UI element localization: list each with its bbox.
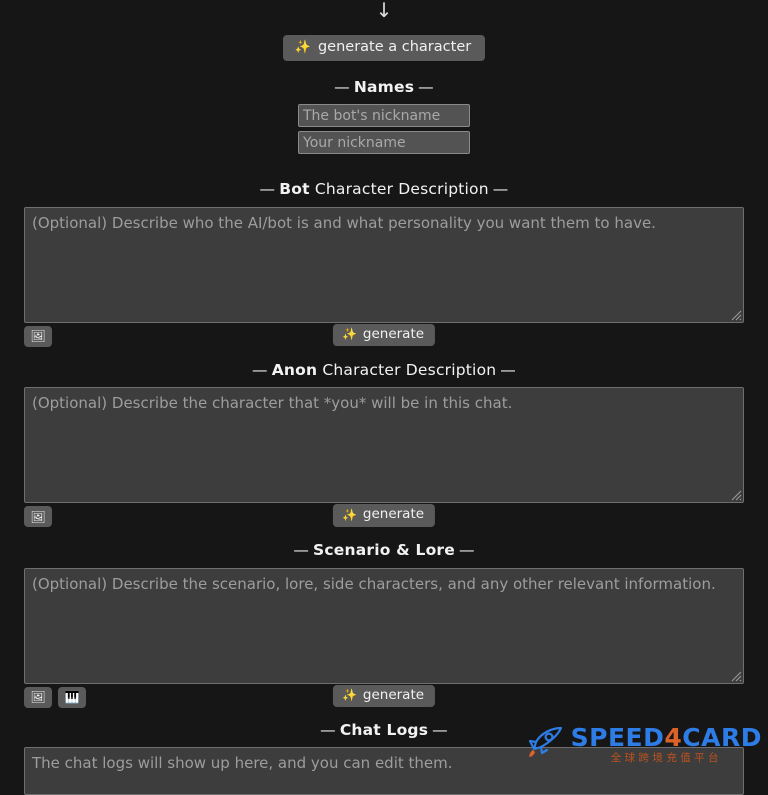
anon-description-textarea[interactable] <box>24 387 744 503</box>
scenario-lore-generate-button[interactable]: ✨ generate <box>332 684 436 707</box>
generate-character-label: generate a character <box>317 39 472 55</box>
generate-character-button[interactable]: ✨ generate a character <box>282 35 486 61</box>
scenario-lore-keyboard-button[interactable]: 🎹 <box>58 686 86 708</box>
sparkles-icon: ✨ <box>341 327 357 342</box>
heading-dash-left: — <box>293 541 310 559</box>
chat-logs-heading-label: Chat Logs <box>339 720 429 739</box>
generate-character-row: ✨ generate a character <box>0 35 768 61</box>
heading-dash-left: — <box>320 720 336 739</box>
scenario-lore-textarea-wrap <box>24 567 744 684</box>
bot-description-textarea[interactable] <box>24 206 744 323</box>
bot-description-generate-button[interactable]: ✨ generate <box>332 323 436 346</box>
framed-picture-icon: 🖼 <box>30 509 46 524</box>
heading-dash-right: — <box>432 720 448 739</box>
your-nickname-input[interactable] <box>298 131 470 154</box>
anon-description-toolbar: 🖼 ✨ generate <box>24 504 744 530</box>
names-inputs-group <box>298 104 470 154</box>
anon-description-textarea-wrap <box>24 387 744 503</box>
anon-description-block: 🖼 ✨ generate <box>24 387 744 530</box>
down-arrow-icon: ↓ <box>375 0 393 22</box>
scenario-lore-toolbar: 🖼 🎹 ✨ generate <box>24 684 744 711</box>
anon-description-heading: — Anon Character Description — <box>0 360 768 379</box>
anon-description-heading-strong: Anon <box>271 360 318 379</box>
bot-description-heading: — Bot Character Description — <box>0 180 768 198</box>
anon-description-generate-button[interactable]: ✨ generate <box>332 504 436 527</box>
framed-picture-icon: 🖼 <box>30 329 46 343</box>
bot-nickname-input[interactable] <box>298 104 470 127</box>
bot-description-heading-strong: Bot <box>279 180 310 198</box>
heading-dash-right: — <box>418 77 434 96</box>
bot-description-block: 🖼 ✨ generate <box>24 206 744 350</box>
chat-logs-heading: — Chat Logs — <box>0 720 768 739</box>
sparkles-icon: ✨ <box>341 507 357 522</box>
character-creator-page: ↓ ✨ generate a character —Names— —Bot Ch… <box>0 0 768 795</box>
anon-description-heading-normal: Character Description <box>317 360 497 379</box>
bot-description-textarea-wrap <box>24 206 744 323</box>
scenario-lore-textarea[interactable] <box>24 567 744 684</box>
scenario-lore-heading-label: Scenario & Lore <box>313 541 455 559</box>
scenario-lore-block: 🖼 🎹 ✨ generate <box>24 567 744 711</box>
names-heading: — Names — <box>0 77 768 96</box>
heading-dash-right: — <box>500 360 516 379</box>
sparkles-icon: ✨ <box>341 688 357 703</box>
bot-description-heading-normal: Character Description <box>309 180 489 198</box>
chat-logs-block <box>24 747 744 795</box>
scenario-lore-generate-label: generate <box>362 686 425 703</box>
heading-dash-right: — <box>458 541 475 559</box>
anon-description-generate-label: generate <box>362 506 425 522</box>
heading-dash-left: — <box>252 360 268 379</box>
names-heading-label: Names <box>353 77 415 96</box>
framed-picture-icon: 🖼 <box>30 690 46 704</box>
chat-logs-textarea[interactable] <box>24 747 744 795</box>
scenario-lore-image-button[interactable]: 🖼 <box>24 686 52 708</box>
heading-dash-left: — <box>259 180 276 198</box>
scroll-down-arrow-row: ↓ <box>0 0 768 22</box>
heading-dash-left: — <box>334 77 350 96</box>
musical-keyboard-icon: 🎹 <box>64 690 80 704</box>
bot-description-generate-label: generate <box>362 325 425 342</box>
chat-logs-textarea-wrap <box>24 747 744 795</box>
heading-dash-right: — <box>492 180 509 198</box>
bot-description-toolbar: 🖼 ✨ generate <box>24 323 744 350</box>
anon-description-image-button[interactable]: 🖼 <box>24 506 52 527</box>
scenario-lore-heading: — Scenario & Lore — <box>0 541 768 559</box>
bot-description-image-button[interactable]: 🖼 <box>24 325 52 347</box>
sparkles-icon: ✨ <box>294 39 311 55</box>
